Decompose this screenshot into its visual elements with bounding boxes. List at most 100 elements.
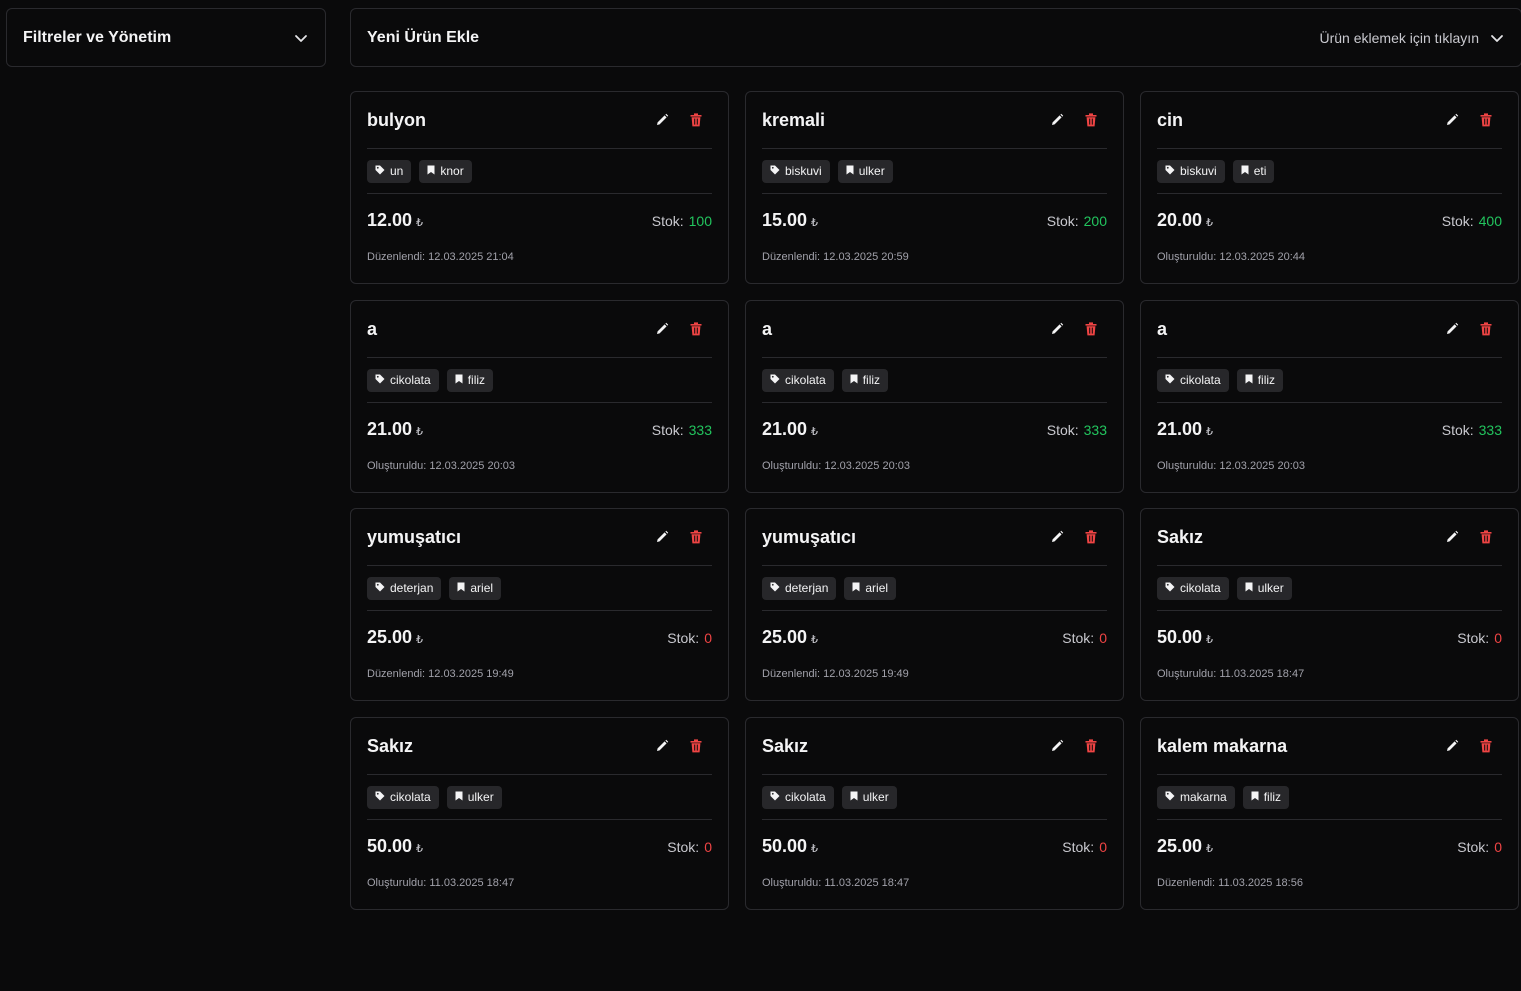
product-card: kremali biskuvi ulker 15.00 ₺ Stok: 200 … (745, 91, 1124, 284)
stock-label: Stok: (1046, 212, 1079, 229)
card-header: cin (1157, 92, 1502, 149)
brand-tag: ulker (841, 785, 897, 809)
stock-label: Stok: (1457, 838, 1490, 855)
brand-tag: ulker (1236, 576, 1292, 600)
tag-icon (1165, 373, 1175, 387)
price-value: 21.00 (762, 419, 808, 439)
timestamp: Düzenlendi: 11.03.2025 18:56 (1157, 877, 1303, 889)
stock-value: 100 (688, 212, 712, 229)
card-header: Sakız (1157, 509, 1502, 566)
price: 50.00 ₺ (762, 836, 818, 857)
price-value: 21.00 (1157, 419, 1203, 439)
product-name: yumuşatıcı (762, 526, 857, 547)
edit-icon[interactable] (654, 529, 670, 545)
edit-icon[interactable] (654, 321, 670, 337)
trash-icon[interactable] (1083, 738, 1099, 754)
edit-icon[interactable] (654, 112, 670, 128)
brand-tag: ulker (446, 785, 502, 809)
card-tags: cikolata ulker (1157, 566, 1502, 611)
price-row: 21.00 ₺ Stok: 333 (762, 403, 1107, 456)
brand-tag: filiz (1242, 785, 1290, 809)
edit-icon[interactable] (1444, 112, 1460, 128)
edit-icon[interactable] (1444, 738, 1460, 754)
brand-tag: eti (1232, 159, 1275, 183)
edit-icon[interactable] (1049, 529, 1065, 545)
stock-value: 333 (1083, 421, 1107, 438)
category-label: cikolata (785, 373, 826, 387)
product-card: cin biskuvi eti 20.00 ₺ Stok: 400 Oluştu… (1140, 91, 1519, 284)
card-actions (1444, 112, 1502, 128)
edit-icon[interactable] (1444, 529, 1460, 545)
category-tag: cikolata (367, 785, 439, 809)
category-label: cikolata (390, 373, 431, 387)
price-row: 21.00 ₺ Stok: 333 (1157, 403, 1502, 456)
bookmark-icon (457, 581, 465, 595)
timestamp: Oluşturuldu: 11.03.2025 18:47 (762, 877, 910, 889)
edit-icon[interactable] (1049, 112, 1065, 128)
product-card: a cikolata filiz 21.00 ₺ Stok: 333 Oluşt… (1140, 300, 1519, 493)
category-label: biskuvi (1180, 164, 1217, 178)
card-tags: cikolata filiz (1157, 358, 1502, 403)
trash-icon[interactable] (1478, 529, 1494, 545)
category-label: cikolata (785, 790, 826, 804)
timestamp: Düzenlendi: 12.03.2025 20:59 (762, 251, 909, 263)
category-tag: cikolata (1157, 576, 1229, 600)
card-actions (654, 738, 712, 754)
product-card: bulyon un knor 12.00 ₺ Stok: 100 Düzenle… (350, 91, 729, 284)
trash-icon[interactable] (1478, 112, 1494, 128)
currency-symbol: ₺ (811, 217, 819, 229)
currency-symbol: ₺ (416, 426, 424, 438)
edit-icon[interactable] (654, 738, 670, 754)
tag-icon (1165, 581, 1175, 595)
edit-icon[interactable] (1444, 321, 1460, 337)
edit-icon[interactable] (1049, 738, 1065, 754)
trash-icon[interactable] (1478, 321, 1494, 337)
stock: Stok: 100 (652, 213, 712, 229)
price-value: 25.00 (1157, 836, 1203, 856)
price-row: 50.00 ₺ Stok: 0 (367, 820, 712, 873)
product-name: Sakız (1157, 526, 1204, 547)
edit-icon[interactable] (1049, 321, 1065, 337)
trash-icon[interactable] (688, 321, 704, 337)
price: 50.00 ₺ (367, 836, 423, 857)
trash-icon[interactable] (688, 529, 704, 545)
brand-tag: ariel (449, 576, 502, 600)
trash-icon[interactable] (1083, 529, 1099, 545)
brand-tag: knor (419, 159, 472, 183)
brand-label: filiz (1263, 790, 1282, 804)
currency-symbol: ₺ (811, 426, 819, 438)
stock-value: 0 (704, 838, 712, 855)
currency-symbol: ₺ (416, 217, 424, 229)
product-name: Sakız (762, 735, 809, 756)
stock-value: 333 (688, 421, 712, 438)
price-row: 25.00 ₺ Stok: 0 (1157, 820, 1502, 873)
price: 50.00 ₺ (1157, 627, 1213, 648)
chevron-down-icon[interactable] (293, 30, 309, 46)
card-actions (1049, 112, 1107, 128)
tag-icon (1165, 164, 1175, 178)
trash-icon[interactable] (688, 112, 704, 128)
add-product-hint-group[interactable]: Ürün eklemek için tıklayın (1319, 30, 1505, 46)
brand-label: ulker (467, 790, 494, 804)
timestamp: Düzenlendi: 12.03.2025 21:04 (367, 251, 514, 263)
chevron-down-icon[interactable] (1489, 30, 1505, 46)
product-card: Sakız cikolata ulker 50.00 ₺ Stok: 0 Olu… (350, 717, 729, 910)
bookmark-icon (1241, 164, 1249, 178)
trash-icon[interactable] (1478, 738, 1494, 754)
card-header: a (367, 301, 712, 358)
price-value: 12.00 (367, 210, 413, 230)
trash-icon[interactable] (1083, 321, 1099, 337)
card-header: Sakız (762, 718, 1107, 775)
trash-icon[interactable] (688, 738, 704, 754)
price: 21.00 ₺ (1157, 419, 1213, 440)
price-value: 15.00 (762, 210, 808, 230)
trash-icon[interactable] (1083, 112, 1099, 128)
add-product-toggle[interactable]: Yeni Ürün Ekle Ürün eklemek için tıklayı… (350, 8, 1521, 67)
currency-symbol: ₺ (416, 634, 424, 646)
price-value: 25.00 (762, 627, 808, 647)
price: 25.00 ₺ (367, 627, 423, 648)
filters-panel-toggle[interactable]: Filtreler ve Yönetim (6, 8, 326, 67)
stock: Stok: 0 (667, 630, 712, 646)
card-header: a (1157, 301, 1502, 358)
card-tags: biskuvi eti (1157, 149, 1502, 194)
